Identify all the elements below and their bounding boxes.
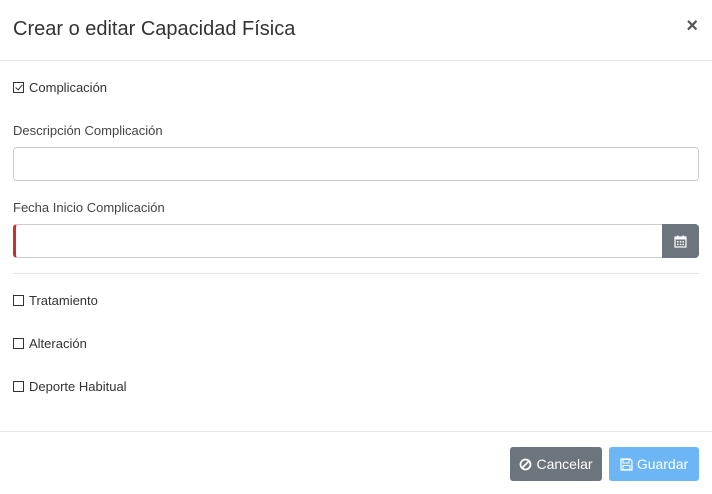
fecha-inicio-label: Fecha Inicio Complicación	[13, 200, 165, 215]
cancel-button[interactable]: Cancelar	[510, 447, 602, 481]
checkbox-icon-unchecked[interactable]	[13, 295, 24, 306]
ban-icon	[519, 458, 532, 471]
footer-divider	[0, 431, 712, 432]
modal-dialog: Crear o editar Capacidad Física × Compli…	[0, 0, 712, 494]
floppy-disk-icon	[620, 457, 633, 471]
modal-title: Crear o editar Capacidad Física	[13, 18, 296, 40]
calendar-icon	[674, 235, 687, 248]
checkbox-icon-unchecked[interactable]	[13, 338, 24, 349]
modal-header: Crear o editar Capacidad Física ×	[0, 0, 712, 61]
save-button-label: Guardar	[636, 456, 689, 472]
checkbox-complicacion-label: Complicación	[29, 80, 108, 95]
calendar-button[interactable]	[662, 224, 699, 258]
cancel-button-label: Cancelar	[536, 456, 593, 472]
checkbox-deporte-habitual[interactable]: Deporte Habitual	[13, 379, 127, 394]
checkbox-tratamiento-label: Tratamiento	[29, 293, 98, 308]
checkbox-complicacion[interactable]: Complicación	[13, 80, 107, 95]
checkbox-tratamiento[interactable]: Tratamiento	[13, 293, 98, 308]
checkbox-alteracion-label: Alteración	[29, 336, 87, 351]
checkbox-icon-unchecked[interactable]	[13, 381, 24, 392]
fecha-inicio-input[interactable]	[13, 224, 662, 258]
close-button[interactable]: ×	[686, 16, 698, 36]
save-button[interactable]: Guardar	[609, 447, 699, 481]
checkbox-alteracion[interactable]: Alteración	[13, 336, 87, 351]
descripcion-input[interactable]	[13, 147, 699, 181]
descripcion-label: Descripción Complicación	[13, 123, 163, 138]
checkbox-icon-checked[interactable]	[13, 82, 24, 93]
fecha-inicio-group	[13, 224, 699, 258]
checkbox-deporte-label: Deporte Habitual	[29, 379, 127, 394]
section-divider	[13, 273, 699, 274]
